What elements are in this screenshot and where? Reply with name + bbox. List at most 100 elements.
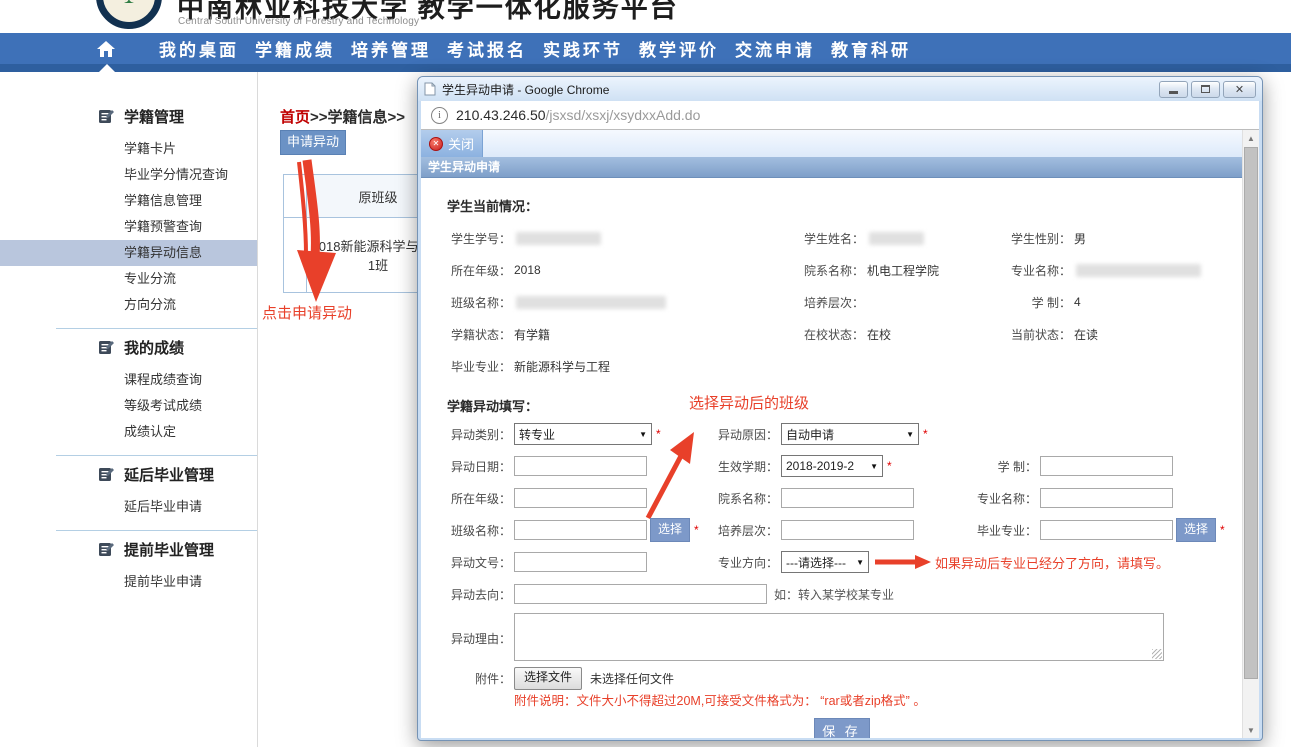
sidebar: 学籍管理学籍卡片毕业学分情况查询学籍信息管理学籍预警查询学籍异动信息专业分流方向… (0, 72, 258, 747)
sidebar-section-title[interactable]: 延后毕业管理 (0, 464, 257, 484)
minimize-button[interactable] (1159, 81, 1188, 98)
main-nav: 我的桌面学籍成绩培养管理考试报名实践环节教学评价交流申请教育科研 (0, 33, 1291, 72)
required-star: * (1220, 523, 1225, 537)
choose-class-button[interactable]: 选择 (650, 518, 690, 542)
field-label: 异动理由： (435, 630, 511, 647)
info-field: 学籍状态：有学籍 (447, 318, 800, 350)
sidebar-section-title[interactable]: 我的成绩 (0, 337, 257, 357)
sidebar-item[interactable]: 延后毕业申请 (0, 494, 257, 520)
info-field: 毕业专业：新能源科学与工程 (447, 350, 800, 382)
transfer-date-input[interactable] (514, 456, 647, 476)
red-arrow-down-icon (285, 158, 395, 308)
site-title-en: Central South University of Forestry and… (178, 16, 419, 27)
address-bar[interactable]: i 210.43.246.50/jsxsd/xsxj/xsydxxAdd.do (421, 101, 1259, 130)
sidebar-item[interactable]: 毕业学分情况查询 (0, 162, 257, 188)
field-label: 培养层次： (718, 522, 778, 539)
url-text: 210.43.246.50/jsxsd/xsxj/xsydxxAdd.do (456, 107, 700, 123)
choose-major-button[interactable]: 选择 (1176, 518, 1216, 542)
sidebar-divider (56, 328, 257, 329)
breadcrumb-rest: >>学籍信息>> (310, 109, 405, 126)
chevron-down-icon: ▼ (856, 558, 864, 567)
grade-input[interactable] (514, 488, 647, 508)
scrollbar-down-button[interactable]: ▼ (1243, 722, 1259, 738)
nav-item[interactable]: 教学评价 (639, 36, 719, 61)
transfer-form: 异动类别： 转专业▼ * 异动原因： 自动申请▼ * 异动日期 (421, 418, 1242, 738)
info-field: 学生学号： (447, 222, 800, 254)
nav-item[interactable]: 培养管理 (351, 36, 431, 61)
sidebar-section-title[interactable]: 提前毕业管理 (0, 539, 257, 559)
field-label: 所在年级： (435, 490, 511, 507)
save-button[interactable]: 保 存 (814, 718, 870, 738)
sidebar-item[interactable]: 学籍异动信息 (0, 240, 257, 266)
chevron-down-icon: ▼ (906, 430, 914, 439)
choose-file-button[interactable]: 选择文件 (514, 667, 582, 690)
breadcrumb-home-link[interactable]: 首页 (280, 109, 310, 126)
field-label: 班级名称： (435, 522, 511, 539)
nav-item[interactable]: 学籍成绩 (255, 36, 335, 61)
sidebar-item[interactable]: 专业分流 (0, 266, 257, 292)
effective-term-select[interactable]: 2018-2019-2▼ (781, 455, 883, 477)
field-label: 异动去向： (435, 586, 511, 603)
sidebar-item[interactable]: 方向分流 (0, 292, 257, 318)
page-info-icon[interactable]: i (431, 107, 448, 124)
nav-item[interactable]: 我的桌面 (159, 36, 239, 61)
major-input[interactable] (1040, 488, 1173, 508)
redacted-value (516, 296, 666, 309)
sidebar-item[interactable]: 等级考试成绩 (0, 393, 257, 419)
info-field: 所在年级：2018 (447, 254, 800, 286)
nav-item[interactable]: 实践环节 (543, 36, 623, 61)
required-star: * (694, 523, 699, 537)
info-field: 学生姓名： (800, 222, 1007, 254)
scrollbar-thumb[interactable] (1244, 147, 1258, 679)
sidebar-item[interactable]: 成绩认定 (0, 419, 257, 445)
scrollbar-up-button[interactable]: ▲ (1243, 130, 1259, 146)
level-input[interactable] (781, 520, 914, 540)
field-label: 异动文号： (435, 554, 511, 571)
field-label: 学 制： (973, 458, 1037, 475)
close-red-icon: ✕ (429, 137, 443, 151)
info-field: 当前状态：在读 (1007, 318, 1232, 350)
close-window-button[interactable]: ✕ (1223, 81, 1256, 98)
duration-input[interactable] (1040, 456, 1173, 476)
branding-header: ♣ 中南林业科技大学 教学一体化服务平台 Central South Unive… (0, 0, 1291, 33)
close-page-button[interactable]: ✕ 关闭 (421, 130, 483, 157)
sidebar-item[interactable]: 学籍预警查询 (0, 214, 257, 240)
resize-grip-icon[interactable] (1152, 649, 1162, 659)
maximize-button[interactable] (1191, 81, 1220, 98)
popup-titlebar[interactable]: 学生异动申请 - Google Chrome ✕ (418, 77, 1262, 101)
major-direction-select[interactable]: ---请选择---▼ (781, 551, 869, 573)
apply-transfer-button[interactable]: 申请异动 (280, 130, 346, 155)
nav-item[interactable]: 交流申请 (735, 36, 815, 61)
annotation-click-apply: 点击申请异动 (262, 302, 352, 323)
nav-home[interactable] (97, 40, 115, 57)
scrollbar: ▲ ▼ (1242, 130, 1259, 738)
sidebar-item[interactable]: 提前毕业申请 (0, 569, 257, 595)
nav-item[interactable]: 考试报名 (447, 36, 527, 61)
document-number-input[interactable] (514, 552, 647, 572)
notes-icon (98, 108, 115, 125)
info-field: 培养层次： (800, 286, 1007, 318)
sidebar-divider (56, 455, 257, 456)
page-icon (424, 82, 436, 96)
department-input[interactable] (781, 488, 914, 508)
nav-item[interactable]: 教育科研 (831, 36, 911, 61)
class-name-input[interactable] (514, 520, 647, 540)
form-title: 学籍异动填写： (447, 396, 538, 415)
sidebar-item[interactable]: 学籍卡片 (0, 136, 257, 162)
sidebar-section-title[interactable]: 学籍管理 (0, 106, 257, 126)
sidebar-item[interactable]: 学籍信息管理 (0, 188, 257, 214)
notes-icon (98, 466, 115, 483)
form-scroll-area: 学生当前情况： 学生学号：学生姓名：学生性别：男所在年级：2018院系名称：机电… (421, 178, 1242, 738)
destination-input[interactable] (514, 584, 767, 604)
transfer-reason-select[interactable]: 自动申请▼ (781, 423, 919, 445)
popup-page-frame: ✕ 关闭 学生异动申请 学生当前情况： 学生学号：学生姓名：学生性别：男所在年级… (421, 130, 1259, 738)
graduation-major-input[interactable] (1040, 520, 1173, 540)
field-label: 异动类别： (435, 426, 511, 443)
field-label: 院系名称： (718, 490, 778, 507)
sidebar-item[interactable]: 课程成绩查询 (0, 367, 257, 393)
transfer-reason-textarea[interactable] (514, 613, 1164, 661)
annotation-direction-note: 如果异动后专业已经分了方向，请填写。 (935, 553, 1169, 572)
annotation-select-class: 选择异动后的班级 (689, 392, 809, 413)
transfer-type-select[interactable]: 转专业▼ (514, 423, 652, 445)
minimize-icon (1169, 91, 1178, 94)
